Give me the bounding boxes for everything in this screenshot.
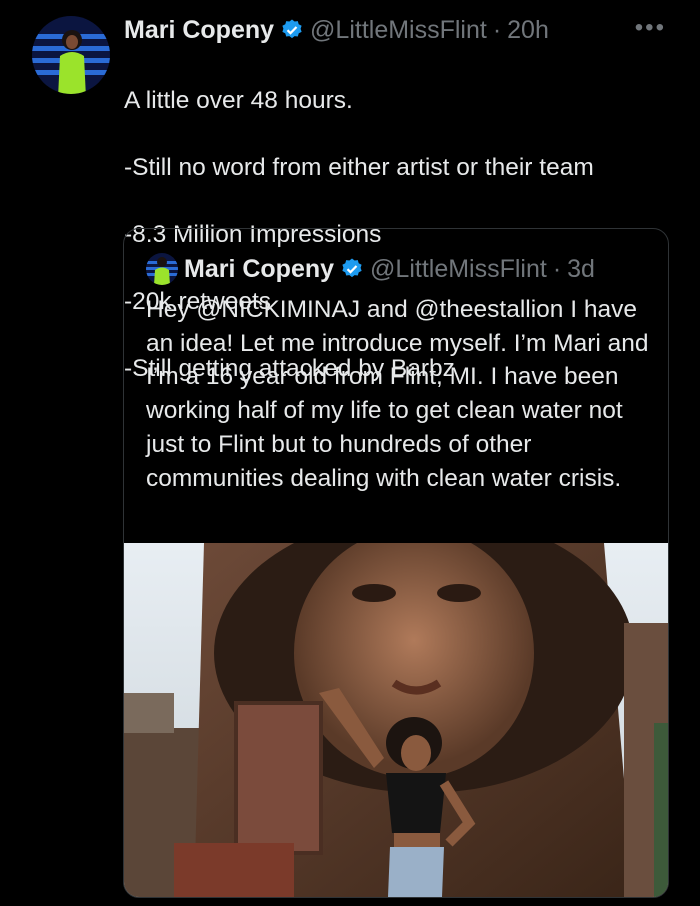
mural-photo[interactable] (124, 543, 668, 897)
quoted-tweet-time: 3d (567, 254, 595, 283)
avatar[interactable] (32, 16, 110, 94)
author-handle[interactable]: @LittleMissFlint (310, 16, 487, 45)
tweet-text-line: -Still no word from either artist or the… (124, 153, 594, 181)
quoted-tweet-text: Hey @NICKIMINAJ and @theestallion I have… (146, 296, 649, 492)
author-name[interactable]: Mari Copeny (124, 16, 274, 45)
verified-badge-icon (342, 258, 362, 278)
more-dots-icon[interactable]: ••• (635, 14, 666, 42)
quoted-tweet-header: Mari Copeny @LittleMissFlint · 3d (146, 253, 595, 285)
quoted-author-handle: @LittleMissFlint (370, 254, 547, 283)
verified-badge-icon (282, 19, 302, 39)
tweet-time[interactable]: 20h (507, 16, 549, 45)
tweet[interactable]: Mari Copeny @LittleMissFlint · 20h ••• A… (0, 0, 700, 906)
avatar-person-icon (58, 30, 86, 94)
quoted-author-name: Mari Copeny (184, 254, 335, 283)
tweet-header: Mari Copeny @LittleMissFlint · 20h (124, 14, 549, 46)
dot-separator: · (552, 254, 562, 283)
quoted-avatar-person-icon (154, 257, 170, 285)
quoted-avatar (146, 253, 178, 285)
dot-separator: · (492, 15, 502, 44)
quoted-tweet[interactable]: Mari Copeny @LittleMissFlint · 3d Hey @N… (123, 228, 669, 898)
tweet-text-line: A little over 48 hours. (124, 86, 353, 114)
